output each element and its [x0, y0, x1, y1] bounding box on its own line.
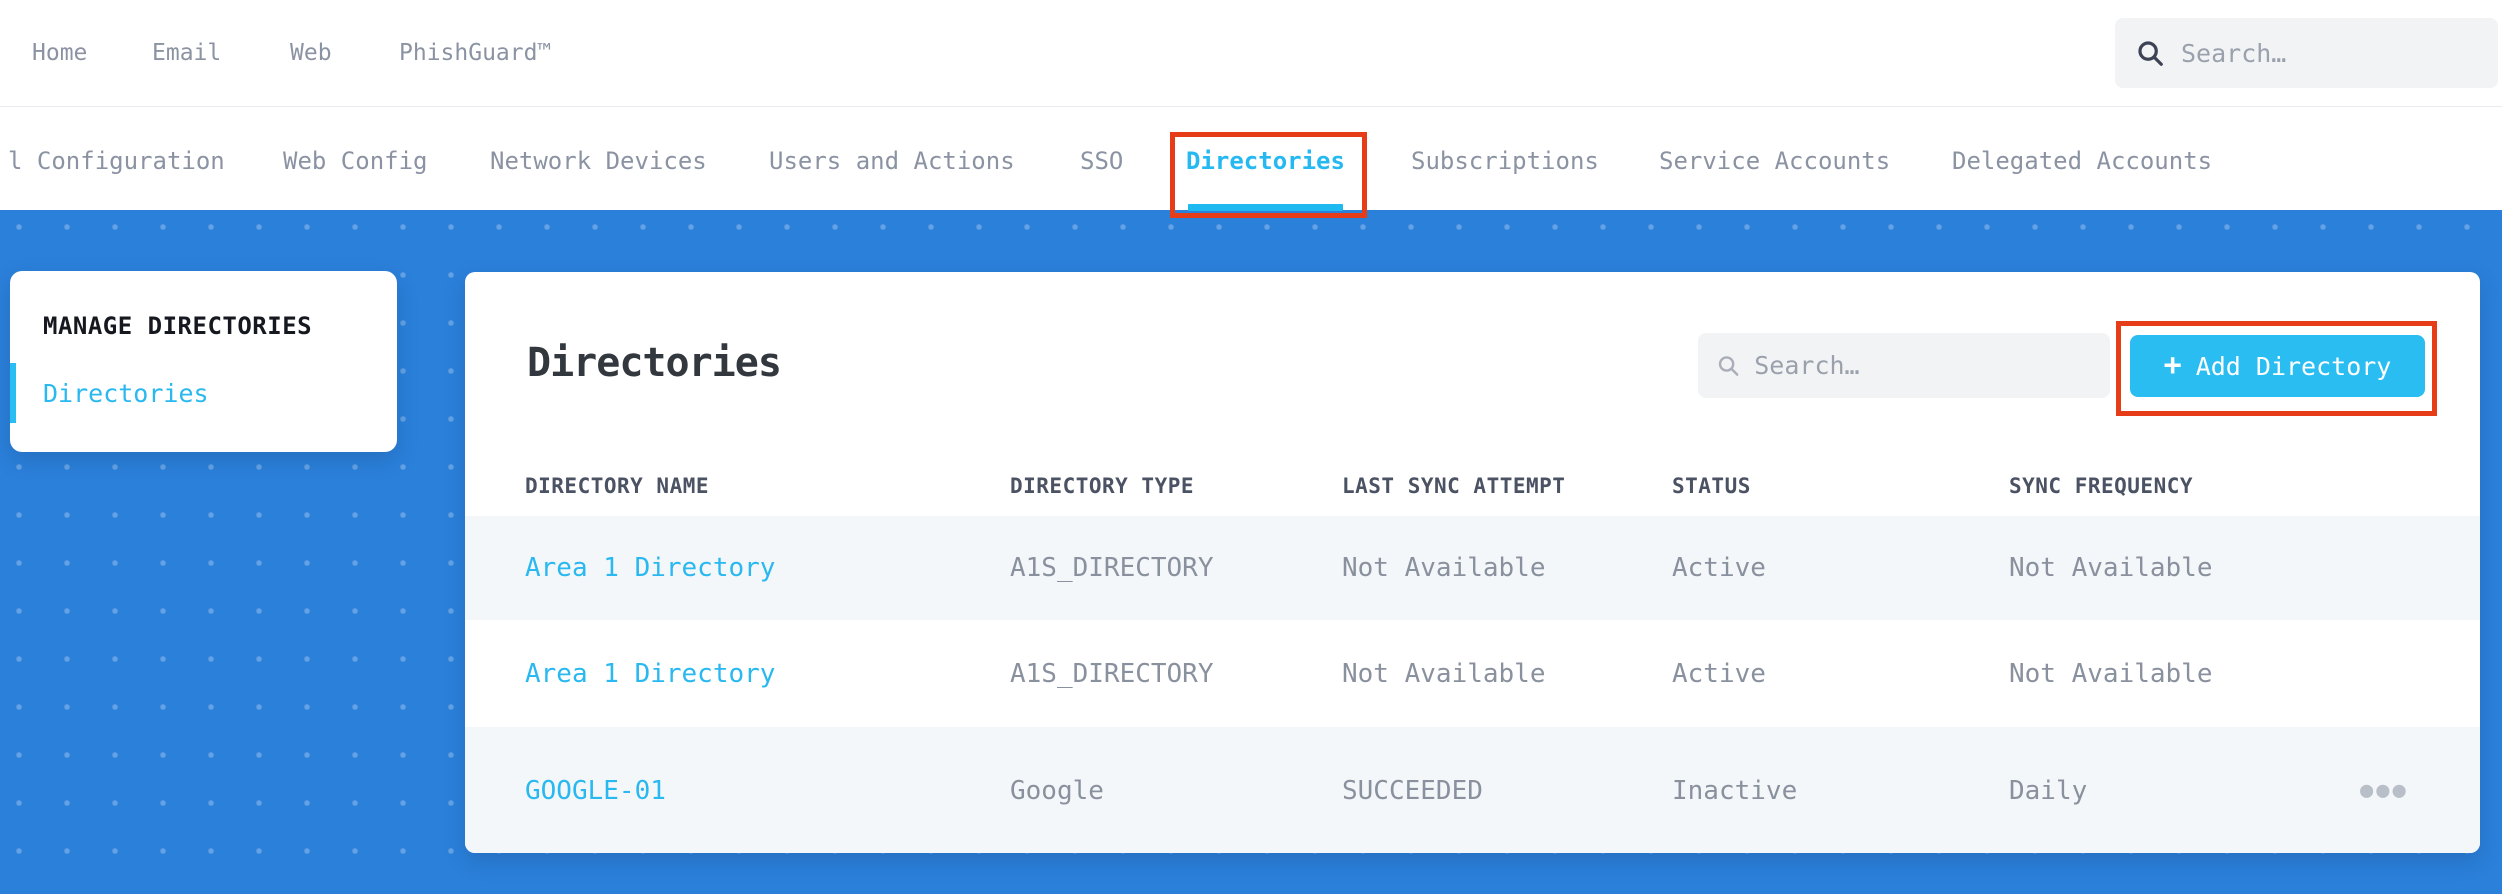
- add-directory-button[interactable]: + Add Directory: [2130, 335, 2425, 397]
- manage-directories-card: MANAGE DIRECTORIES Directories: [10, 271, 397, 452]
- column-header-last-sync-attempt: LAST SYNC ATTEMPT: [1342, 473, 1566, 498]
- tab-sso[interactable]: SSO: [1080, 147, 1123, 207]
- cell-last-sync-attempt: Not Available: [1342, 658, 1546, 689]
- row-menu-ellipsis-icon[interactable]: ●●●: [2360, 779, 2480, 802]
- cell-sync-frequency: Daily: [2009, 775, 2088, 806]
- tab-users-and-actions[interactable]: Users and Actions: [769, 147, 1015, 207]
- cell-status: Active: [1672, 553, 1766, 583]
- cell-sync-frequency: Not Available: [2009, 553, 2213, 583]
- directories-table: DIRECTORY NAME DIRECTORY TYPE LAST SYNC AT…: [465, 455, 2480, 853]
- cell-sync-frequency: Not Available: [2009, 658, 2213, 689]
- column-header-directory-name: DIRECTORY NAME: [525, 473, 710, 498]
- tab-subscriptions[interactable]: Subscriptions: [1411, 147, 1599, 207]
- directories-panel: Directories + Add Directory DIRECTORY NA…: [465, 272, 2480, 853]
- card-heading: MANAGE DIRECTORIES: [43, 312, 313, 340]
- table-row: Area 1 Directory A1S_DIRECTORY Not Availab…: [465, 620, 2480, 727]
- column-header-sync-frequency: SYNC FREQUENCY: [2009, 473, 2194, 498]
- tab-delegated-accounts[interactable]: Delegated Accounts: [1952, 147, 2212, 207]
- tab-bar: l Configuration Web Config Network Devices…: [0, 107, 2502, 218]
- table-body: Area 1 Directory A1S_DIRECTORY Not Availab…: [465, 516, 2480, 853]
- directory-name-link[interactable]: GOOGLE-01: [525, 776, 1010, 806]
- top-search-input[interactable]: [2181, 38, 2478, 68]
- panel-title: Directories: [527, 340, 782, 386]
- active-indicator-bar: [10, 363, 16, 423]
- panel-search-input[interactable]: [1754, 351, 2092, 380]
- directory-name-link[interactable]: Area 1 Directory: [525, 553, 1010, 583]
- topnav-item-web[interactable]: Web: [290, 40, 332, 66]
- top-navbar: Home Email Web PhishGuard™: [0, 0, 2502, 107]
- page: Home Email Web PhishGuard™ l Configuration W…: [0, 0, 2502, 894]
- tab-network-devices[interactable]: Network Devices: [490, 147, 707, 207]
- search-icon: [1718, 356, 1739, 376]
- tab-service-accounts[interactable]: Service Accounts: [1659, 147, 1890, 207]
- table-row: GOOGLE-01 Google SUCCEEDED Inactive Daily ●●●: [465, 727, 2480, 853]
- panel-header: Directories + Add Directory: [465, 272, 2480, 455]
- tab-web-config[interactable]: Web Config: [283, 147, 428, 207]
- cell-status: Inactive: [1672, 775, 1798, 806]
- directory-name-link[interactable]: Area 1 Directory: [525, 659, 1010, 689]
- add-directory-label: Add Directory: [2195, 351, 2392, 381]
- topnav-item-email[interactable]: Email: [152, 40, 221, 66]
- top-search[interactable]: [2115, 18, 2498, 88]
- column-header-directory-type: DIRECTORY TYPE: [1010, 473, 1195, 498]
- panel-search[interactable]: [1698, 333, 2110, 398]
- topnav-item-phishguard[interactable]: PhishGuard™: [399, 40, 551, 66]
- column-header-status: STATUS: [1672, 473, 1751, 498]
- cell-last-sync-attempt: SUCCEEDED: [1342, 775, 1483, 806]
- cell-directory-type: Google: [1010, 775, 1104, 806]
- cell-directory-type: A1S_DIRECTORY: [1010, 553, 1214, 583]
- cell-status: Active: [1672, 658, 1766, 689]
- sidebar-item-label[interactable]: Directories: [43, 379, 209, 408]
- table-header-row: DIRECTORY NAME DIRECTORY TYPE LAST SYNC AT…: [465, 455, 2480, 516]
- cell-directory-type: A1S_DIRECTORY: [1010, 658, 1214, 689]
- sidebar-item-directories[interactable]: Directories: [10, 363, 397, 423]
- tab-l-configuration[interactable]: l Configuration: [8, 147, 225, 207]
- tab-directories[interactable]: Directories: [1186, 147, 1345, 211]
- topnav-item-home[interactable]: Home: [32, 40, 87, 66]
- cell-last-sync-attempt: Not Available: [1342, 553, 1546, 583]
- search-icon: [2138, 41, 2163, 66]
- table-row: Area 1 Directory A1S_DIRECTORY Not Availab…: [465, 516, 2480, 620]
- content-background: MANAGE DIRECTORIES Directories Directori…: [0, 210, 2502, 894]
- plus-icon: +: [2163, 348, 2182, 383]
